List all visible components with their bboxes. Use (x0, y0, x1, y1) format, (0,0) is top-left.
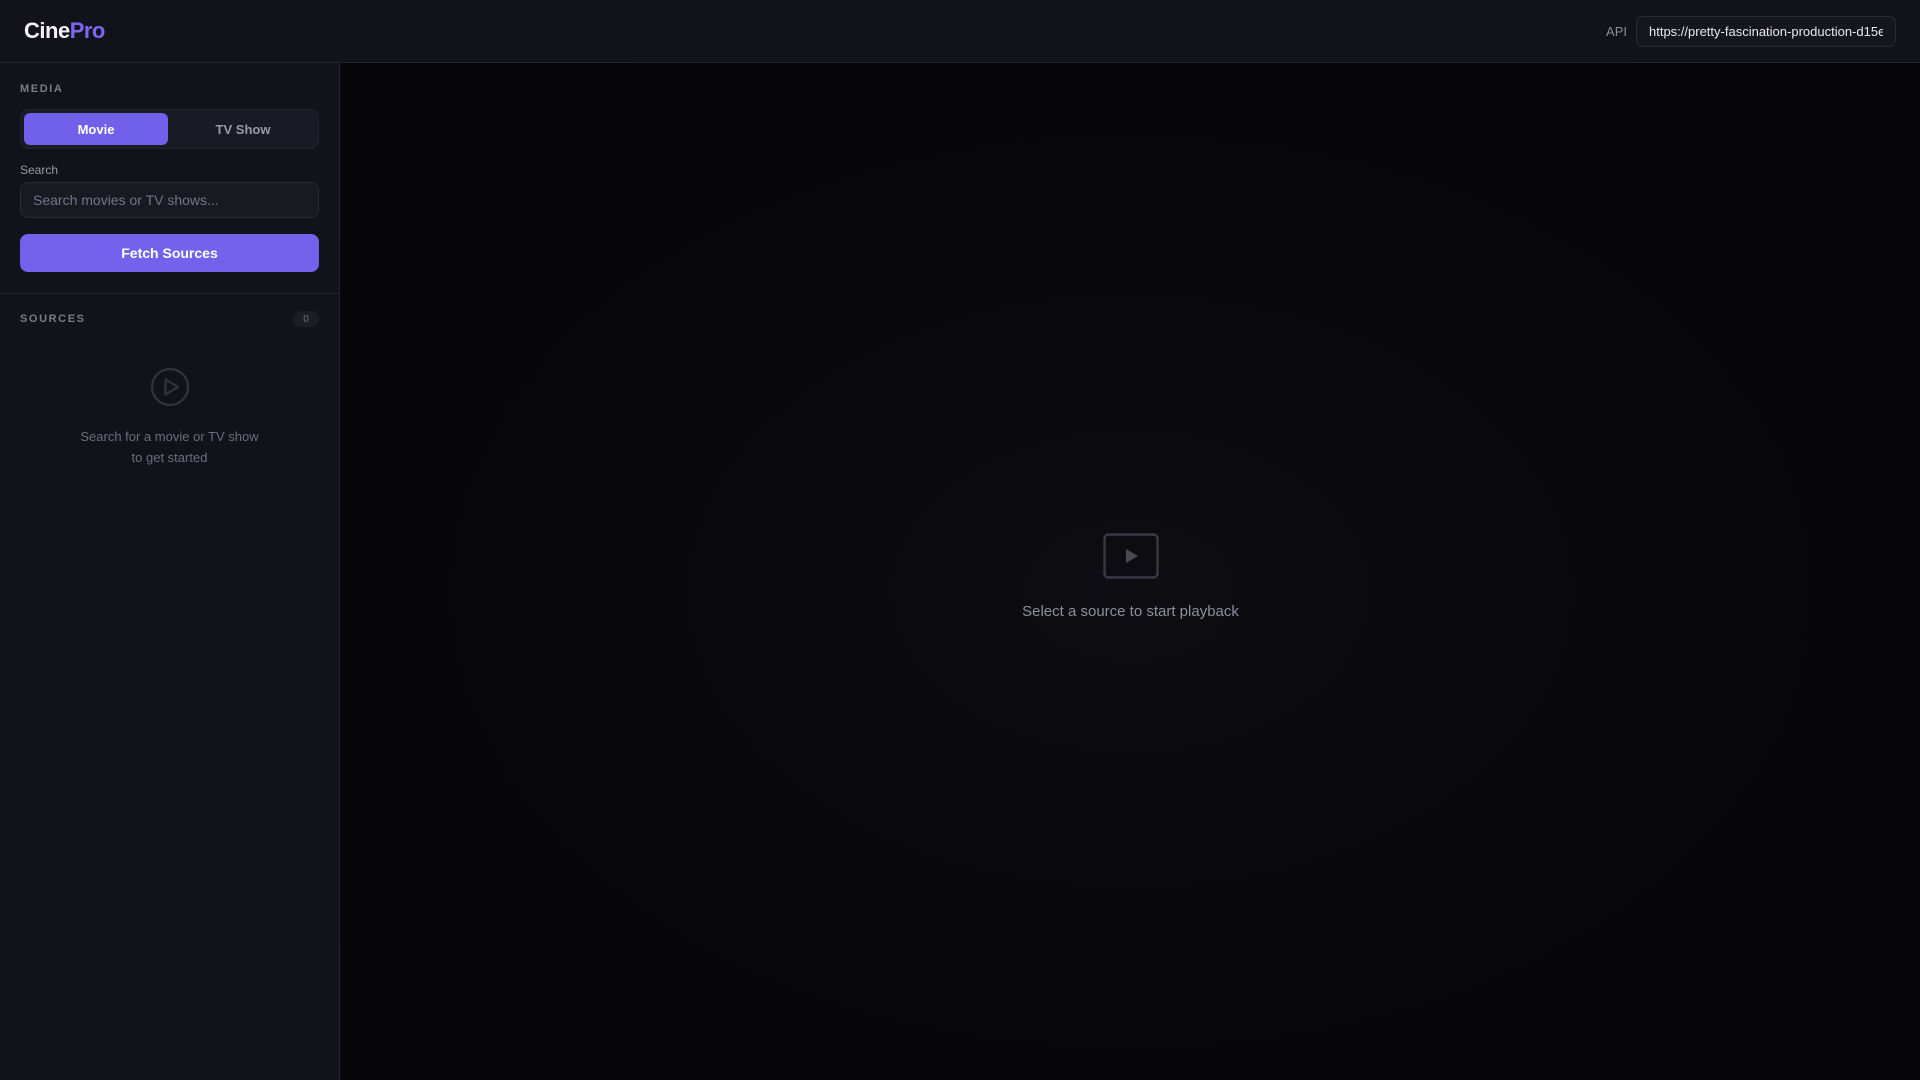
player-placeholder-message: Select a source to start playback (1022, 603, 1239, 620)
search-label: Search (20, 163, 59, 177)
media-type-toggle: Movie TV Show (20, 109, 319, 149)
empty-state-line-2: to get started (131, 450, 208, 465)
video-play-icon (1102, 533, 1159, 579)
app-logo: Cine Pro (24, 18, 105, 44)
sources-section-title: SOURCES (20, 313, 86, 325)
fetch-sources-button[interactable]: Fetch Sources (20, 234, 319, 272)
tab-movie[interactable]: Movie (24, 113, 168, 145)
media-section-title: MEDIA (20, 83, 64, 95)
empty-state-message: Search for a movie or TV show to get sta… (70, 426, 270, 468)
play-circle-icon (150, 367, 189, 407)
video-player-area[interactable]: Select a source to start playback (341, 63, 1920, 1080)
media-section: MEDIA Movie TV Show Search Fetch Sources (0, 63, 339, 294)
search-input[interactable] (20, 182, 319, 218)
empty-state-line-1: Search for a movie or TV show (80, 429, 259, 444)
api-label: API (1606, 23, 1627, 39)
top-bar: Cine Pro API (0, 0, 1920, 63)
app-root: CinePro API MEDIA Movie TV Show Search F… (0, 0, 1920, 1080)
api-config: API (1606, 15, 1896, 47)
sources-empty-state: Search for a movie or TV show to get sta… (20, 366, 319, 468)
sources-count-badge: 0 (293, 311, 319, 327)
sources-section: SOURCES 0 Search for a movie or TV show … (0, 294, 339, 484)
tab-tv-show[interactable]: TV Show (171, 113, 315, 145)
api-url-input[interactable] (1636, 15, 1896, 47)
sources-header: SOURCES 0 (20, 310, 319, 328)
sidebar: MEDIA Movie TV Show Search Fetch Sources… (0, 63, 340, 1080)
player-placeholder: Select a source to start playback (341, 533, 1920, 620)
logo-text-pro: Pro (69, 18, 106, 43)
logo-text-cine: Cine (24, 18, 70, 43)
